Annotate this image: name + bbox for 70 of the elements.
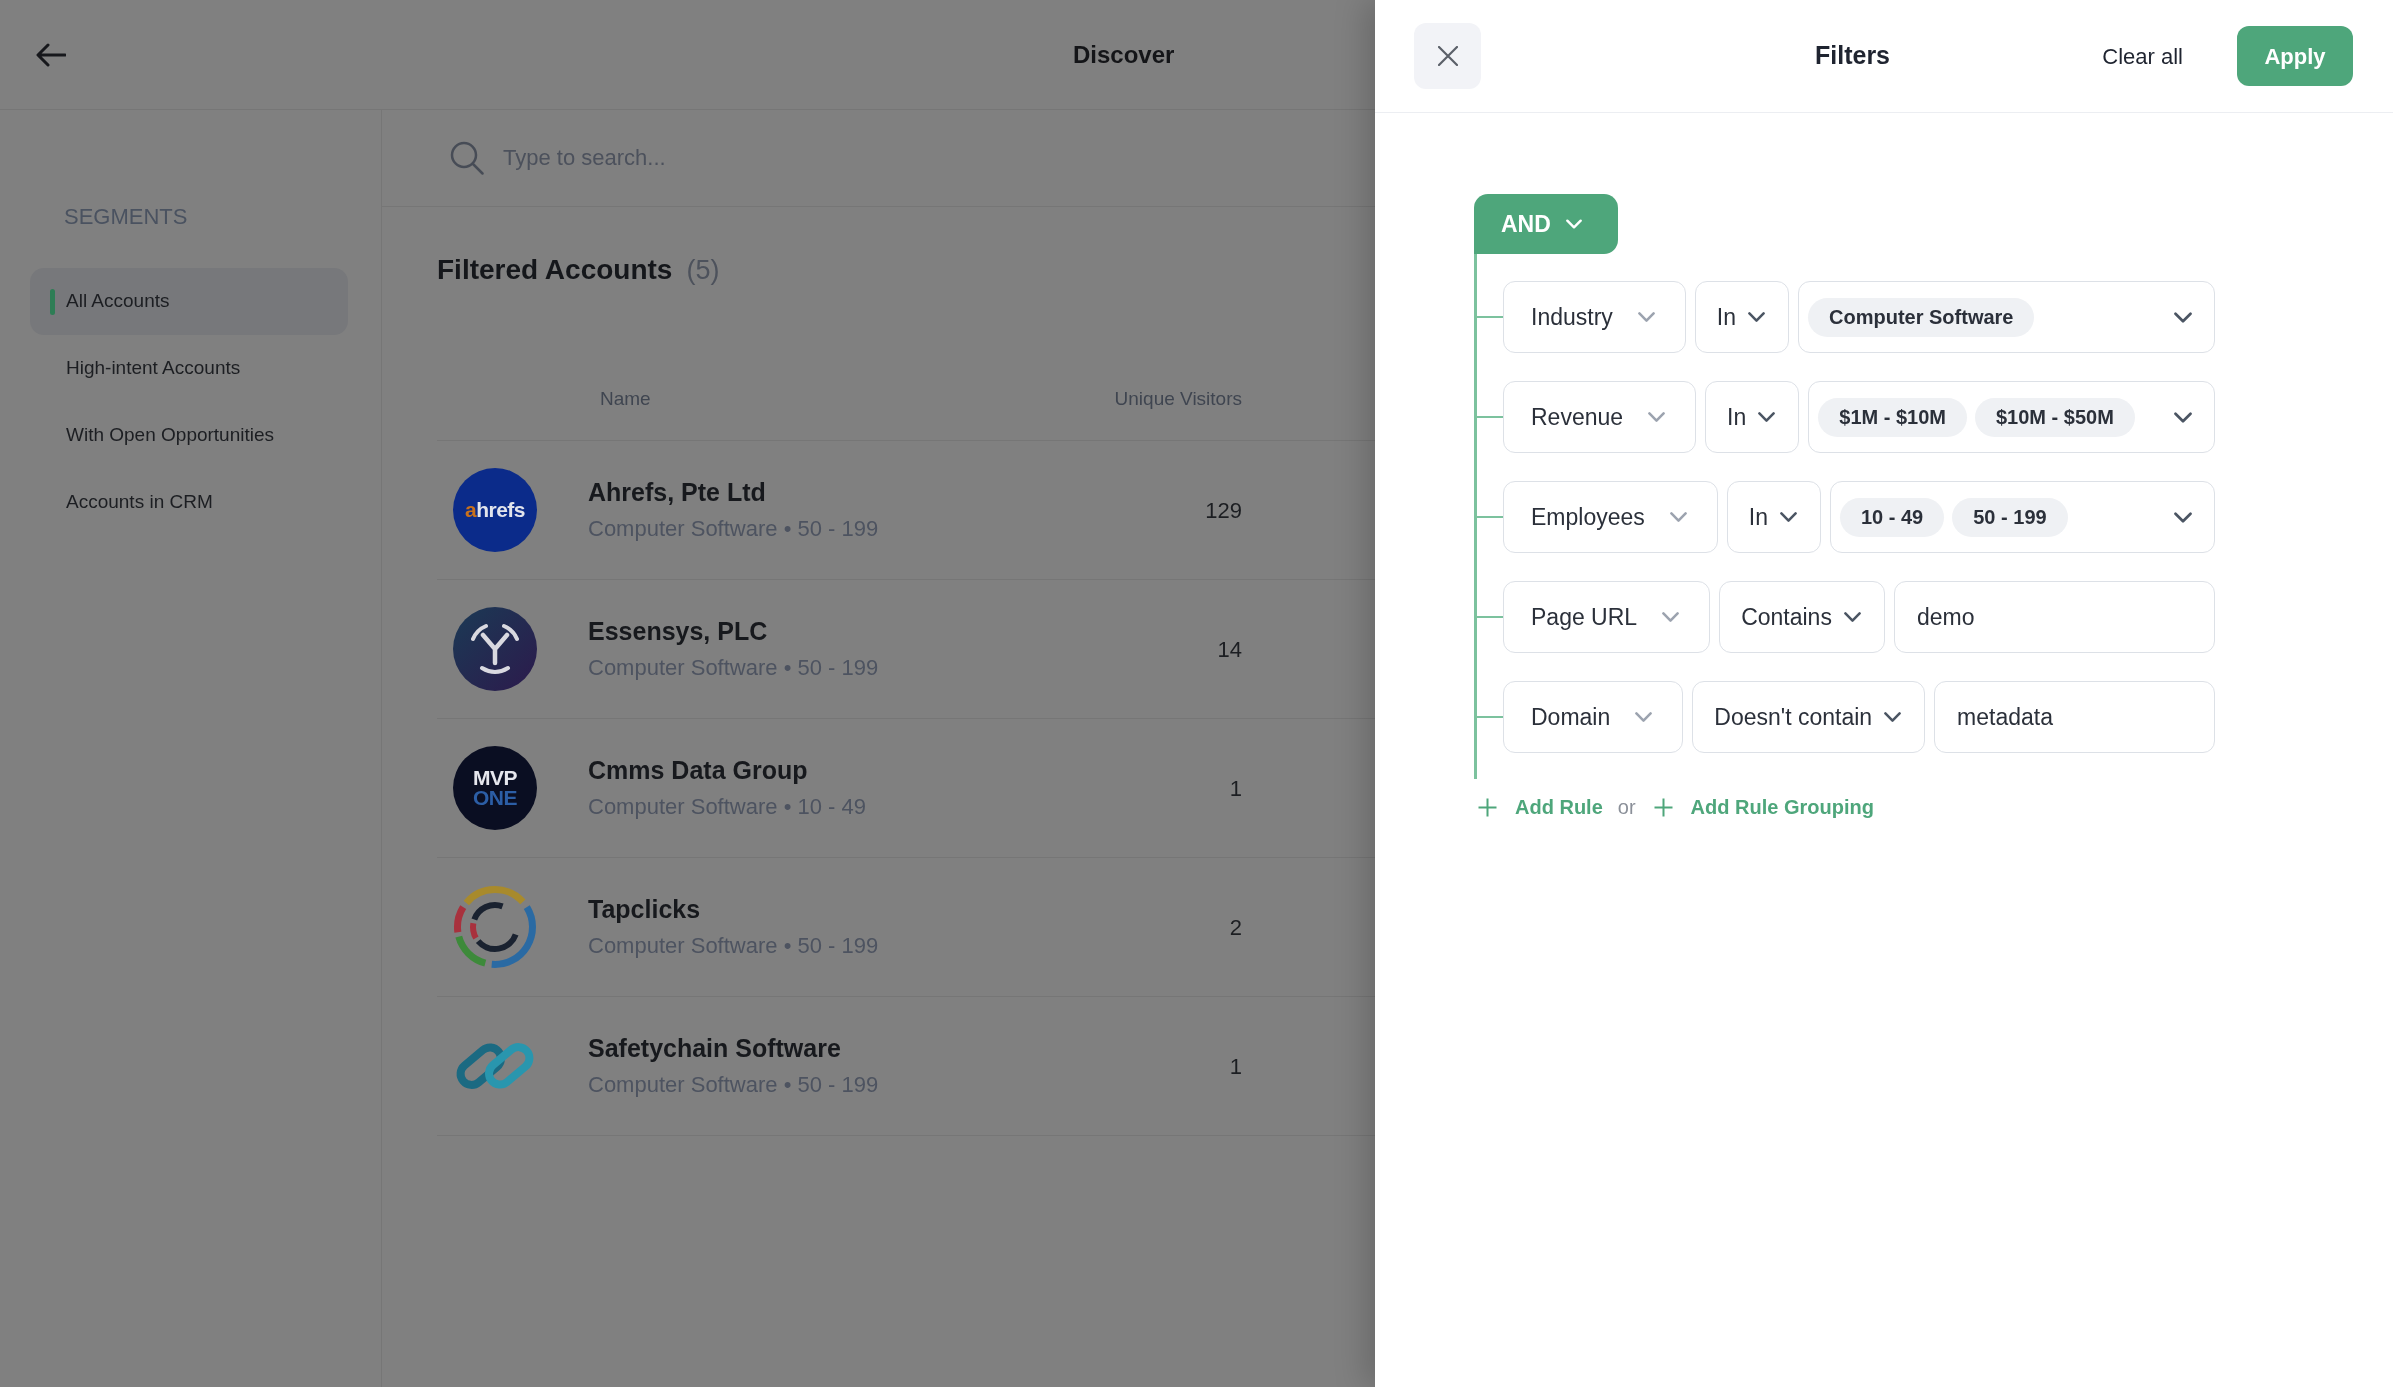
value-chip: 50 - 199 [1952, 497, 2068, 537]
chevron-down-icon [2174, 511, 2192, 523]
visitor-count: 1 [1229, 774, 1242, 803]
value-select[interactable]: $1M - $10M $10M - $50M [1808, 381, 2215, 453]
chevron-down-icon [2174, 311, 2192, 323]
column-header: Unique Visitors [1114, 386, 1242, 411]
value-chip: Computer Software [1808, 297, 2035, 337]
panel-title: Filters [1815, 40, 1891, 72]
visitor-count: 1 [1229, 1052, 1242, 1081]
connector-line [1477, 416, 1503, 418]
chevron-down-icon [1637, 312, 1655, 322]
separator-text: or [1617, 795, 1636, 820]
connector-line [1477, 616, 1503, 618]
connector-line [1477, 716, 1503, 718]
field-select[interactable]: Revenue [1503, 381, 1697, 453]
chevron-down-icon [1843, 612, 1861, 622]
chevron-down-icon [1884, 712, 1902, 722]
field-select[interactable]: Domain [1503, 681, 1684, 753]
page-title: Discover [1073, 39, 1175, 70]
company-logo: ahrefs [453, 468, 537, 552]
value-select[interactable]: Computer Software [1798, 281, 2215, 353]
visitor-count: 14 [1217, 635, 1242, 664]
visitor-count: 2 [1229, 913, 1242, 942]
segmented-ring-icon [453, 885, 537, 969]
connector-line [1477, 516, 1503, 518]
sidebar-item[interactable]: High-intent Accounts [30, 335, 348, 402]
account-name: Tapclicks [588, 894, 702, 924]
sidebar-item[interactable]: All Accounts [30, 268, 348, 335]
connector-line [1477, 316, 1503, 318]
field-select[interactable]: Employees [1503, 481, 1718, 553]
value-chip: $1M - $10M [1818, 397, 1967, 437]
chevron-down-icon [1648, 412, 1666, 422]
sidebar-item[interactable]: Accounts in CRM [30, 469, 348, 536]
search-icon [450, 141, 484, 175]
chevron-down-icon [1662, 612, 1680, 622]
value-chip: $10M - $50M [1975, 397, 2135, 437]
close-icon [1437, 46, 1458, 66]
plus-icon [1653, 797, 1673, 817]
condition-select[interactable]: In [1705, 381, 1800, 453]
chevron-down-icon [1758, 412, 1776, 422]
account-name: Safetychain Software [588, 1033, 842, 1063]
value-chip: 10 - 49 [1839, 497, 1945, 537]
chevron-down-icon [2174, 411, 2192, 423]
field-select[interactable]: Page URL [1503, 581, 1711, 653]
field-select[interactable]: Industry [1503, 281, 1686, 353]
condition-select[interactable]: In [1726, 481, 1821, 553]
condition-select[interactable]: Doesn't contain [1692, 681, 1926, 753]
text-input[interactable]: metadata [1934, 681, 2215, 753]
chevron-down-icon [1669, 512, 1687, 522]
plus-icon [1478, 797, 1497, 817]
section-title: Filtered Accounts [437, 253, 673, 287]
account-name: Essensys, PLC [588, 616, 769, 646]
text-input[interactable]: demo [1893, 581, 2215, 653]
clear-all-button[interactable]: Clear all [2102, 39, 2183, 73]
chevron-down-icon [1565, 219, 1582, 229]
y-emblem-icon [453, 607, 537, 691]
sidebar-item[interactable]: With Open Opportunities [30, 402, 348, 469]
close-button[interactable] [1414, 23, 1481, 89]
column-header: Name [600, 386, 651, 411]
chevron-down-icon [1779, 512, 1797, 522]
account-name: Cmms Data Group [588, 755, 809, 785]
condition-select[interactable]: In [1694, 281, 1789, 353]
value-select[interactable]: 10 - 49 50 - 199 [1829, 481, 2215, 553]
company-logo: MVP ONE [453, 746, 537, 830]
back-arrow-icon[interactable] [36, 42, 66, 67]
condition-select[interactable]: Contains [1719, 581, 1885, 653]
chevron-down-icon [1635, 712, 1653, 722]
visitor-count: 129 [1205, 496, 1242, 525]
account-name: Ahrefs, Pte Ltd [588, 477, 767, 507]
chevron-down-icon [1748, 312, 1765, 322]
